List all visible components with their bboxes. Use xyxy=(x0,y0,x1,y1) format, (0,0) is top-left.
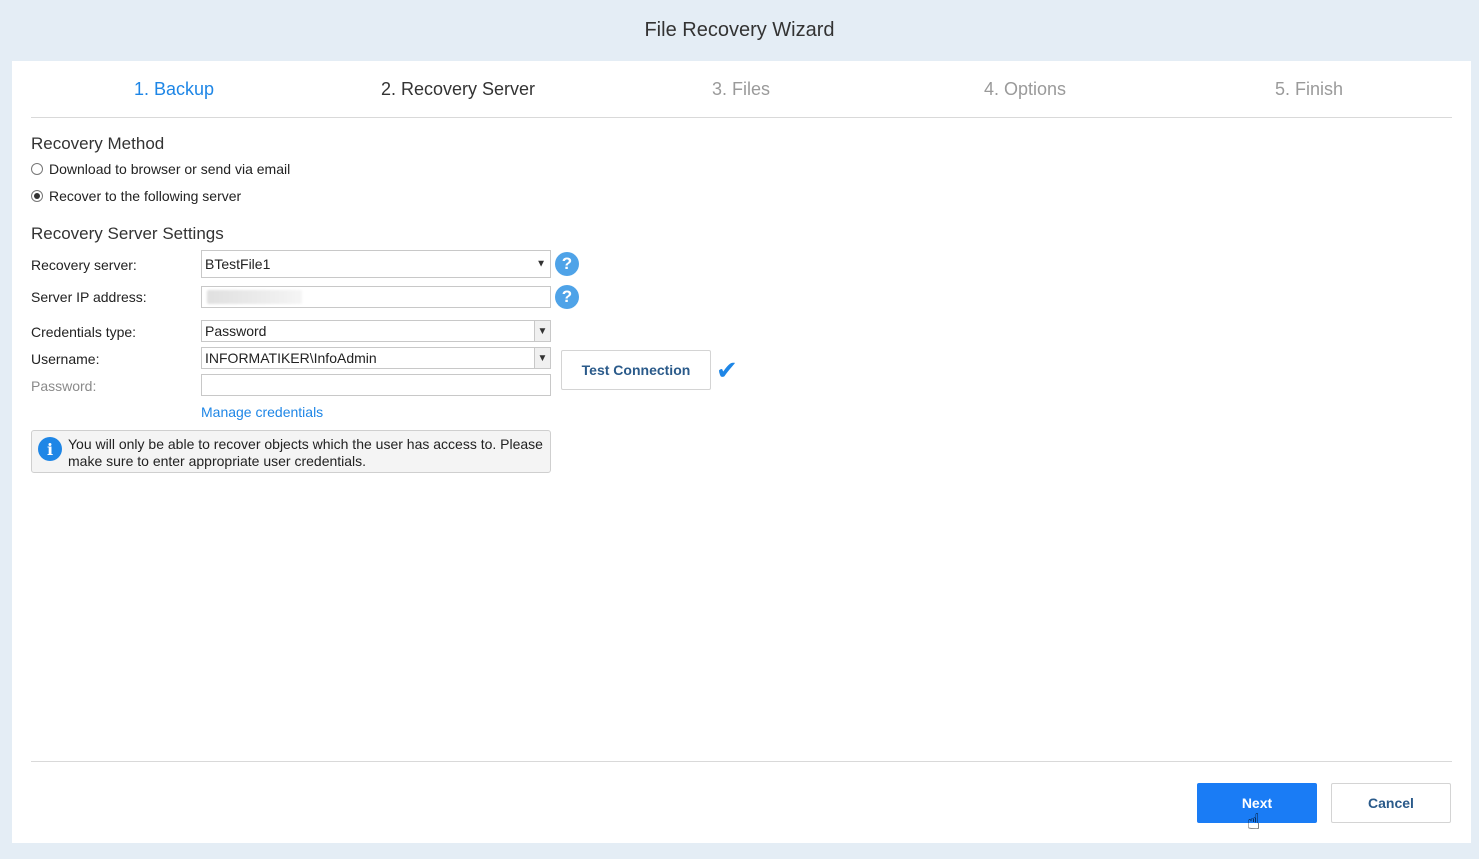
username-select[interactable]: INFORMATIKER\InfoAdmin ▼ xyxy=(201,347,551,369)
credentials-type-label: Credentials type: xyxy=(31,324,137,340)
radio-label: Download to browser or send via email xyxy=(49,161,291,177)
question-circle-icon[interactable]: ? xyxy=(555,252,579,276)
username-value: INFORMATIKER\InfoAdmin xyxy=(205,350,377,366)
chevron-down-icon: ▼ xyxy=(534,348,550,368)
radio-button[interactable] xyxy=(31,190,43,202)
password-field[interactable] xyxy=(201,374,551,396)
radio-download-browser[interactable]: Download to browser or send via email xyxy=(31,161,290,177)
step-finish: 5. Finish xyxy=(1274,79,1344,99)
credentials-type-value: Password xyxy=(205,323,267,339)
username-label: Username: xyxy=(31,351,100,367)
manage-credentials-link[interactable]: Manage credentials xyxy=(201,404,323,420)
recovery-server-label: Recovery server: xyxy=(31,257,137,273)
credentials-type-select[interactable]: Password ▼ xyxy=(201,320,551,342)
chevron-down-icon: ▼ xyxy=(534,321,550,341)
step-options: 4. Options xyxy=(983,79,1067,99)
step-files: 3. Files xyxy=(711,79,771,99)
password-label: Password: xyxy=(31,378,97,394)
recovery-server-select[interactable]: BTestFile1 ▼ xyxy=(201,250,551,278)
wizard-steps: 1. Backup 2. Recovery Server 3. Files 4.… xyxy=(31,61,1452,118)
radio-label: Recover to the following server xyxy=(49,188,242,204)
info-circle-icon: i xyxy=(38,437,62,461)
checkmark-icon: ✔ xyxy=(716,355,738,385)
recovery-server-value: BTestFile1 xyxy=(205,256,271,272)
footer-divider xyxy=(31,761,1452,762)
wizard-panel: 1. Backup 2. Recovery Server 3. Files 4.… xyxy=(12,61,1471,843)
chevron-down-icon: ▼ xyxy=(536,258,546,270)
window-title: File Recovery Wizard xyxy=(644,18,835,41)
step-recovery-server[interactable]: 2. Recovery Server xyxy=(381,79,535,100)
info-text: You will only be able to recover objects… xyxy=(68,436,543,469)
radio-button[interactable] xyxy=(31,163,43,175)
server-ip-label: Server IP address: xyxy=(31,289,147,305)
test-connection-button[interactable]: Test Connection xyxy=(561,350,711,390)
question-circle-icon[interactable]: ? xyxy=(555,285,579,309)
radio-recover-server[interactable]: Recover to the following server xyxy=(31,188,241,204)
server-ip-field[interactable] xyxy=(201,286,551,308)
info-box: i You will only be able to recover objec… xyxy=(31,430,551,473)
hand-pointer-icon: ☝ xyxy=(1247,809,1261,834)
server-settings-title: Recovery Server Settings xyxy=(31,224,224,243)
redacted-ip xyxy=(207,290,302,304)
step-backup[interactable]: 1. Backup xyxy=(134,79,214,100)
cancel-button[interactable]: Cancel xyxy=(1331,783,1451,823)
recovery-method-title: Recovery Method xyxy=(31,134,165,153)
